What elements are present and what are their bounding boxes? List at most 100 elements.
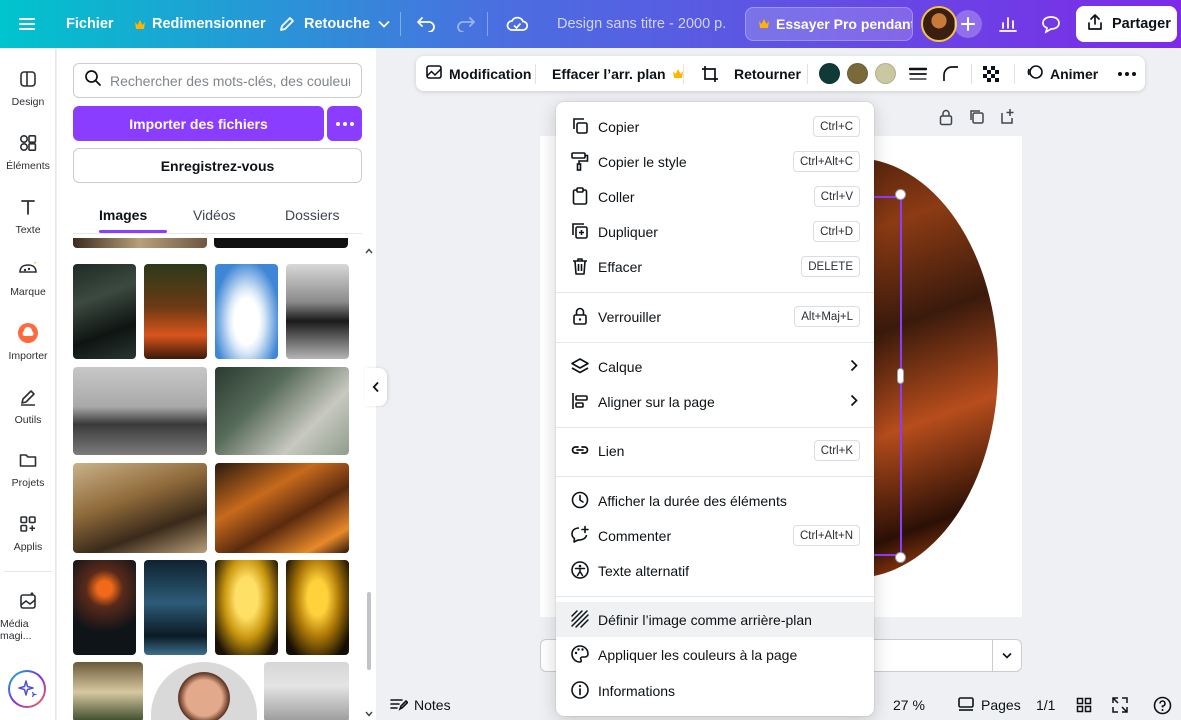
image-thumbnail[interactable] xyxy=(215,560,278,655)
cloud-saved-icon[interactable] xyxy=(506,0,528,48)
page-count: 1/1 xyxy=(1036,697,1056,713)
collapse-panel-button[interactable] xyxy=(365,368,387,406)
fullscreen-icon[interactable] xyxy=(1112,690,1128,720)
share-button[interactable]: Partager xyxy=(1076,6,1177,42)
image-thumbnail[interactable] xyxy=(144,560,207,655)
menu-item-apply-colors[interactable]: Appliquer les couleurs à la page xyxy=(556,637,874,672)
image-thumbnail[interactable] xyxy=(73,463,207,553)
transparency-icon[interactable] xyxy=(982,56,1000,91)
avatar[interactable] xyxy=(921,6,957,42)
image-thumbnail[interactable] xyxy=(215,264,278,359)
remove-background-button[interactable]: Effacer l’arr. plan xyxy=(552,56,684,91)
menu-item-delete[interactable]: Effacer DELETE xyxy=(556,249,874,284)
retouch-menu[interactable]: Retouche xyxy=(278,0,390,48)
tab-folders[interactable]: Dossiers xyxy=(285,207,339,223)
rail-item-upload[interactable]: Importer xyxy=(0,322,56,362)
notes-button[interactable]: Notes xyxy=(390,690,451,720)
menu-item-layer[interactable]: Calque xyxy=(556,349,874,384)
rail-item-design[interactable]: Design xyxy=(0,68,56,108)
rail-item-apps[interactable]: Applis xyxy=(0,513,56,553)
image-thumbnail[interactable] xyxy=(286,264,349,359)
rail-item-elements[interactable]: Éléments xyxy=(0,132,56,172)
try-pro-label: Essayer Pro pendant xyxy=(776,16,913,32)
edit-image-button[interactable]: Modification xyxy=(425,56,531,91)
menu-item-info[interactable]: Informations xyxy=(556,673,874,708)
add-page-icon[interactable] xyxy=(999,108,1016,131)
search-input[interactable] xyxy=(110,72,350,89)
image-thumbnail[interactable] xyxy=(215,463,349,553)
menu-item-paste[interactable]: Coller Ctrl+V xyxy=(556,179,874,214)
magic-assistant-button[interactable] xyxy=(8,670,46,708)
chevron-left-icon xyxy=(372,381,379,393)
color-swatch[interactable] xyxy=(847,63,868,84)
scrollbar-thumb[interactable] xyxy=(367,592,371,670)
try-pro-button[interactable]: Essayer Pro pendant xyxy=(745,7,913,41)
menu-item-duplicate[interactable]: Dupliquer Ctrl+D xyxy=(556,214,874,249)
upload-cloud-icon xyxy=(17,322,39,344)
image-thumbnail[interactable] xyxy=(73,560,136,655)
pages-button[interactable]: Pages xyxy=(957,690,1021,720)
color-swatch[interactable] xyxy=(875,63,896,84)
menu-label: Copier xyxy=(598,118,640,135)
tab-videos[interactable]: Vidéos xyxy=(193,207,236,223)
resize-handle[interactable] xyxy=(895,189,906,200)
import-files-button[interactable]: Importer des fichiers xyxy=(73,106,324,141)
shortcut-badge: Alt+Maj+L xyxy=(794,306,860,327)
image-thumbnail[interactable] xyxy=(73,367,207,455)
more-options-button[interactable] xyxy=(327,106,362,141)
rail-item-tools[interactable]: Outils xyxy=(0,386,56,426)
rail-item-brand[interactable]: Marque xyxy=(0,258,56,298)
menu-item-align[interactable]: Aligner sur la page xyxy=(556,384,874,419)
document-title[interactable]: Design sans titre - 2000 p... xyxy=(557,0,727,48)
resize-handle[interactable] xyxy=(897,368,904,384)
add-people-button[interactable] xyxy=(954,10,982,38)
rail-item-magic-media[interactable]: Média magi... xyxy=(0,590,56,642)
copy-icon xyxy=(570,116,590,136)
image-thumbnail[interactable] xyxy=(144,264,207,359)
resize-handle[interactable] xyxy=(895,552,906,563)
menu-item-set-background[interactable]: Définir l’image comme arrière-plan xyxy=(556,602,874,637)
border-style-icon[interactable] xyxy=(909,56,927,91)
redo-icon[interactable] xyxy=(456,0,476,48)
search-field[interactable] xyxy=(73,63,362,98)
help-icon[interactable] xyxy=(1153,690,1172,720)
grid-view-icon[interactable] xyxy=(1076,690,1092,720)
register-button[interactable]: Enregistrez-vous xyxy=(73,148,362,183)
menu-item-copy[interactable]: Copier Ctrl+C xyxy=(556,109,874,144)
image-thumbnail[interactable] xyxy=(214,238,348,248)
comment-icon[interactable] xyxy=(1041,0,1061,48)
menu-item-comment[interactable]: Commenter Ctrl+Alt+N xyxy=(556,518,874,553)
rail-label: Marque xyxy=(10,286,46,298)
image-thumbnail[interactable] xyxy=(286,560,349,655)
image-thumbnail[interactable] xyxy=(264,662,349,720)
rail-label: Projets xyxy=(11,477,45,489)
resize-button[interactable]: Redimensionner xyxy=(134,0,266,48)
animate-button[interactable]: Animer xyxy=(1026,56,1098,91)
duplicate-page-icon[interactable] xyxy=(968,108,985,131)
menu-item-alt-text[interactable]: Texte alternatif xyxy=(556,553,874,588)
image-thumbnail[interactable] xyxy=(73,238,207,248)
crop-icon[interactable] xyxy=(701,56,719,91)
menu-item-lock[interactable]: Verrouiller Alt+Maj+L xyxy=(556,299,874,334)
tab-images[interactable]: Images xyxy=(99,207,147,223)
lock-icon[interactable] xyxy=(938,108,954,131)
insights-icon[interactable] xyxy=(998,0,1018,48)
file-menu[interactable]: Fichier xyxy=(66,0,114,48)
more-options-icon[interactable] xyxy=(1118,56,1136,91)
image-thumbnail[interactable] xyxy=(151,662,257,720)
image-thumbnail[interactable] xyxy=(215,367,349,455)
undo-icon[interactable] xyxy=(416,0,436,48)
menu-icon[interactable] xyxy=(18,0,36,48)
menu-item-link[interactable]: Lien Ctrl+K xyxy=(556,433,874,468)
color-swatch[interactable] xyxy=(819,63,840,84)
menu-item-copy-style[interactable]: Copier le style Ctrl+Alt+C xyxy=(556,144,874,179)
zoom-level[interactable]: 27 % xyxy=(893,690,925,720)
image-thumbnail[interactable] xyxy=(73,662,143,720)
flip-button[interactable]: Retourner xyxy=(734,56,801,91)
image-thumbnail[interactable] xyxy=(73,264,136,359)
expand-notes-button[interactable] xyxy=(992,640,1021,671)
rail-item-text[interactable]: Texte xyxy=(0,196,56,236)
rail-item-projects[interactable]: Projets xyxy=(0,449,56,489)
corner-rounding-icon[interactable] xyxy=(942,56,960,91)
menu-item-timing[interactable]: Afficher la durée des éléments xyxy=(556,483,874,518)
